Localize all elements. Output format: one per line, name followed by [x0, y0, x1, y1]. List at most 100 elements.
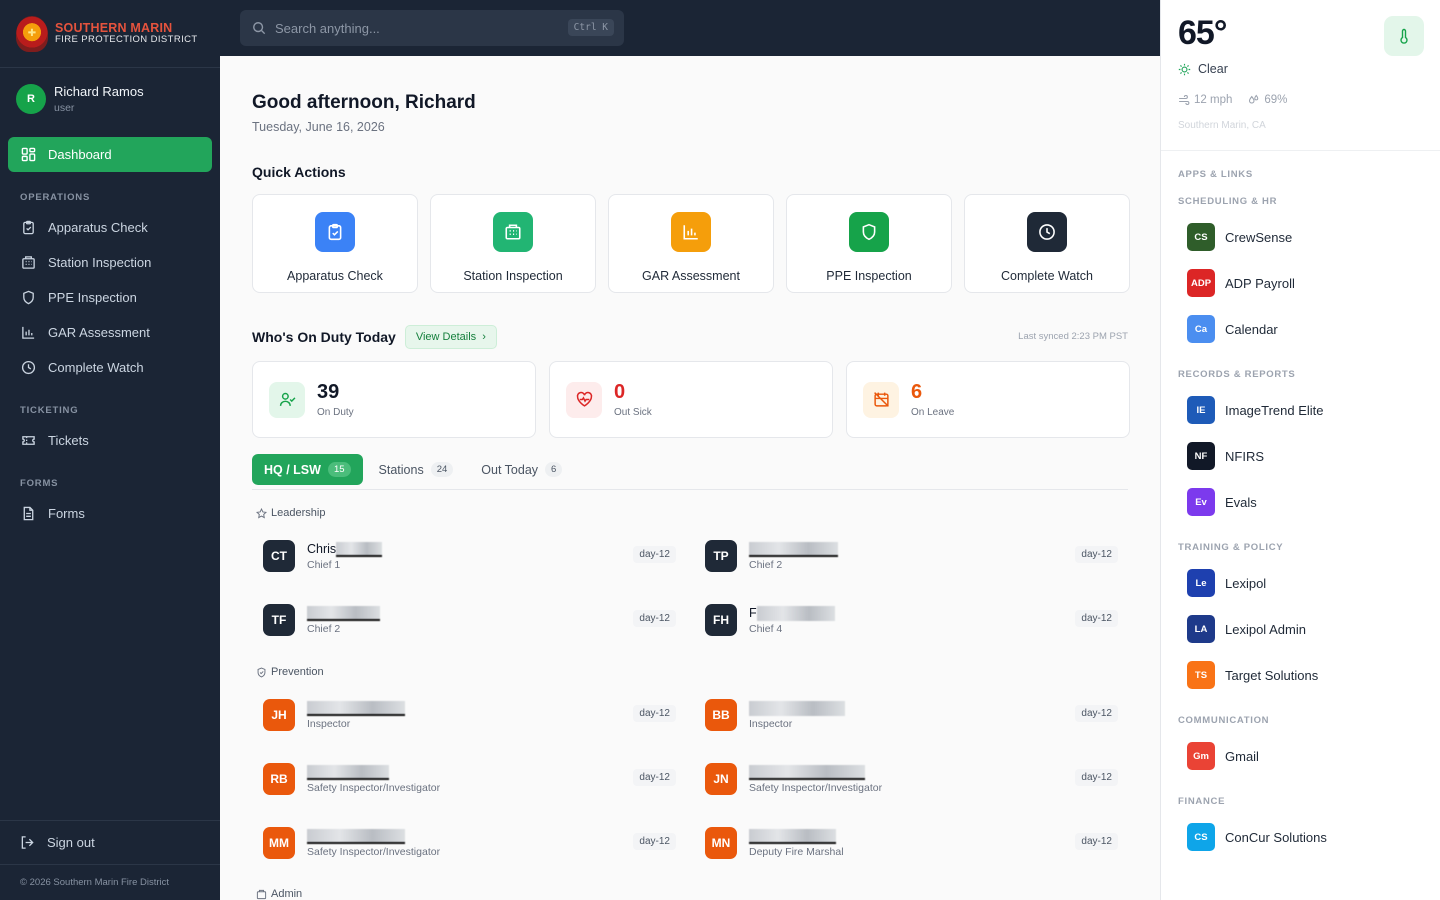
- person-title: Deputy Fire Marshal: [749, 846, 844, 858]
- nav-section-forms: FORMS: [20, 478, 59, 489]
- person-title: Inspector: [307, 718, 351, 730]
- person-name: F: [749, 605, 835, 621]
- search-bar[interactable]: Ctrl K: [240, 10, 624, 46]
- quick-action-label: Complete Watch: [1001, 269, 1093, 283]
- adp-icon: ADP: [1187, 269, 1215, 297]
- redacted-name: [756, 605, 835, 621]
- person-row[interactable]: CT Chris Chief 1 day-12: [252, 532, 684, 580]
- person-row[interactable]: MM Safety Inspector/Investigator day-12: [252, 819, 684, 867]
- brand[interactable]: ✚ SOUTHERN MARIN FIRE PROTECTION DISTRIC…: [0, 0, 220, 68]
- sidebar-item-label: Apparatus Check: [48, 220, 148, 235]
- sidebar-item-tickets[interactable]: Tickets: [8, 423, 212, 458]
- quick-action-gar-assessment[interactable]: GAR Assessment: [608, 194, 774, 293]
- document-icon: [20, 506, 36, 522]
- shift-badge: day-12: [1075, 769, 1118, 786]
- weather-button[interactable]: [1384, 16, 1424, 56]
- nav-section-ticketing: TICKETING: [20, 405, 79, 416]
- stat-card-on-leave[interactable]: 6 On Leave: [846, 361, 1130, 438]
- app-label: ImageTrend Elite: [1225, 402, 1324, 418]
- person-row[interactable]: MN Deputy Fire Marshal day-12: [694, 819, 1126, 867]
- app-link-lexipol[interactable]: Le Lexipol: [1187, 569, 1266, 597]
- app-link-adp-payroll[interactable]: ADP ADP Payroll: [1187, 269, 1295, 297]
- quick-action-ppe-inspection[interactable]: PPE Inspection: [786, 194, 952, 293]
- stat-card-on-duty[interactable]: 39 On Duty: [252, 361, 536, 438]
- app-link-gmail[interactable]: Gm Gmail: [1187, 742, 1259, 770]
- page-title: Good afternoon, Richard: [252, 92, 476, 113]
- lexipol-icon: Le: [1187, 569, 1215, 597]
- app-link-crewsense[interactable]: CS CrewSense: [1187, 223, 1292, 251]
- duty-stats: 39 On Duty 0 Out Sick 6 On Leave: [252, 361, 1130, 438]
- person-row[interactable]: RB Safety Inspector/Investigator day-12: [252, 755, 684, 803]
- app-label: ADP Payroll: [1225, 275, 1295, 291]
- sidebar-item-gar-assessment[interactable]: GAR Assessment: [8, 315, 212, 350]
- redacted-name: [749, 764, 865, 780]
- app-link-nfirs[interactable]: NF NFIRS: [1187, 442, 1264, 470]
- user-role: user: [54, 102, 75, 114]
- avatar: BB: [705, 699, 737, 731]
- app-label: Gmail: [1225, 748, 1259, 764]
- group-label-text: Prevention: [271, 666, 324, 678]
- imagetrend-icon: IE: [1187, 396, 1215, 424]
- sidebar-item-ppe-inspection[interactable]: PPE Inspection: [8, 280, 212, 315]
- sidebar-item-label: GAR Assessment: [48, 325, 150, 340]
- avatar: MM: [263, 827, 295, 859]
- tab-count: 6: [545, 462, 563, 477]
- group-label-text: Admin: [271, 888, 303, 900]
- stat-card-out-sick[interactable]: 0 Out Sick: [549, 361, 833, 438]
- redacted-name: [307, 764, 389, 780]
- view-details-button[interactable]: View Details ›: [404, 325, 497, 349]
- quick-action-station-inspection[interactable]: Station Inspection: [430, 194, 596, 293]
- sun-icon: [1178, 63, 1191, 75]
- tab-label: HQ / LSW: [264, 462, 321, 477]
- stat-label: On Duty: [317, 407, 354, 418]
- quick-action-apparatus-check[interactable]: Apparatus Check: [252, 194, 418, 293]
- weather-location: Southern Marin, CA: [1178, 120, 1266, 131]
- sidebar-item-label: PPE Inspection: [48, 290, 137, 305]
- quick-action-label: Apparatus Check: [287, 269, 383, 283]
- user-profile[interactable]: R Richard Ramos user: [0, 68, 220, 130]
- app-link-lexipol-admin[interactable]: LA Lexipol Admin: [1187, 615, 1306, 643]
- app-link-evals[interactable]: Ev Evals: [1187, 488, 1257, 516]
- app-link-concur[interactable]: CS ConCur Solutions: [1187, 823, 1327, 851]
- app-link-calendar[interactable]: Ca Calendar: [1187, 315, 1278, 343]
- brand-line-2: FIRE PROTECTION DISTRICT: [55, 33, 198, 45]
- quick-actions-title: Quick Actions: [252, 164, 346, 180]
- evals-icon: Ev: [1187, 488, 1215, 516]
- person-row[interactable]: BB Inspector day-12: [694, 691, 1126, 739]
- person-row[interactable]: JN Safety Inspector/Investigator day-12: [694, 755, 1126, 803]
- app-label: NFIRS: [1225, 448, 1264, 464]
- person-row[interactable]: TP Chief 2 day-12: [694, 532, 1126, 580]
- redacted-name: [749, 700, 845, 716]
- sign-out-button[interactable]: Sign out: [0, 820, 220, 864]
- person-row[interactable]: TF Chief 2 day-12: [252, 596, 684, 644]
- shield-check-icon: [257, 667, 266, 677]
- bar-chart-icon: [20, 325, 36, 341]
- tab-stations[interactable]: Stations 24: [367, 454, 466, 485]
- wind: 12 mph: [1178, 94, 1232, 106]
- humidity: 69%: [1248, 94, 1287, 106]
- person-title: Chief 1: [307, 559, 341, 571]
- sidebar-item-station-inspection[interactable]: Station Inspection: [8, 245, 212, 280]
- quick-action-complete-watch[interactable]: Complete Watch: [964, 194, 1130, 293]
- sidebar-item-apparatus-check[interactable]: Apparatus Check: [8, 210, 212, 245]
- tab-hq-lsw[interactable]: HQ / LSW 15: [252, 454, 363, 485]
- temperature: 65°: [1178, 14, 1227, 52]
- shift-badge: day-12: [1075, 546, 1118, 563]
- person-row[interactable]: JH Inspector day-12: [252, 691, 684, 739]
- avatar: TF: [263, 604, 295, 636]
- sidebar-item-dashboard[interactable]: Dashboard: [8, 137, 212, 172]
- tab-out-today[interactable]: Out Today 6: [469, 454, 574, 485]
- main-content: Good afternoon, Richard Tuesday, June 16…: [220, 56, 1160, 900]
- search-input[interactable]: [275, 20, 555, 36]
- building-icon: [20, 255, 36, 271]
- shift-badge: day-12: [1075, 705, 1118, 722]
- app-link-imagetrend[interactable]: IE ImageTrend Elite: [1187, 396, 1324, 424]
- sidebar-item-forms[interactable]: Forms: [8, 496, 212, 531]
- person-row[interactable]: FH F Chief 4 day-12: [694, 596, 1126, 644]
- sidebar-item-complete-watch[interactable]: Complete Watch: [8, 350, 212, 385]
- avatar: R: [16, 84, 46, 114]
- sidebar-item-label: Complete Watch: [48, 360, 144, 375]
- avatar: MN: [705, 827, 737, 859]
- tab-label: Out Today: [481, 462, 539, 477]
- app-link-target-solutions[interactable]: TS Target Solutions: [1187, 661, 1318, 689]
